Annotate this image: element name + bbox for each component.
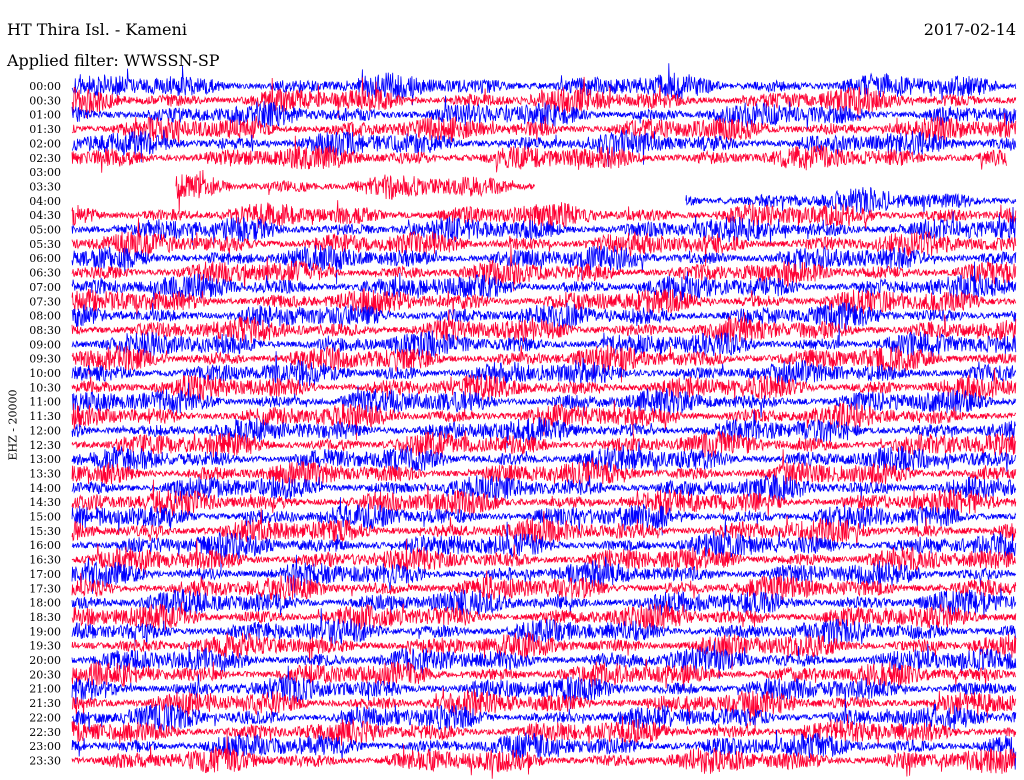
row-time-label: 14:30 [29,496,61,509]
row-time-label: 16:30 [29,554,61,567]
row-time-label: 11:30 [29,410,61,423]
row-time-label: 07:30 [29,295,61,308]
row-time-label: 18:00 [29,597,61,610]
row-time-label: 15:30 [29,525,61,538]
row-time-label: 21:30 [29,697,61,710]
row-time-label: 17:30 [29,582,61,595]
row-time-label: 23:00 [29,740,61,753]
row-time-label: 10:30 [29,381,61,394]
row-time-label: 16:00 [29,539,61,552]
row-time-label: 06:30 [29,267,61,280]
row-time-label: 05:00 [29,224,61,237]
trace-line [71,508,1017,547]
row-time-label: 22:30 [29,726,61,739]
row-label-group: 00:0000:30 01:0001:3002:00 02:3003:0003:30… [29,80,61,767]
row-time-label: 21:00 [29,683,61,696]
row-time-label: 04:00 [29,195,61,208]
row-time-label: 08:30 [29,324,61,337]
trace-line [71,734,1017,779]
row-time-label: 01:30 [29,123,61,136]
row-time-label: 08:00 [29,310,61,323]
row-time-label: 13:30 [29,467,61,480]
row-time-label: 10:00 [29,367,61,380]
row-time-label: 18:30 [29,611,61,624]
row-time-label: 15:00 [29,511,61,524]
row-time-label: 09:00 [29,338,61,351]
row-time-label: 19:30 [29,640,61,653]
row-time-label: 01:00 [29,109,61,122]
row-time-label: 12:00 [29,424,61,437]
helicorder-plot: 00:0000:30 01:0001:3002:00 02:3003:0003:30… [29,63,1017,779]
row-time-label: 00:30 [29,94,61,107]
row-time-label: 04:30 [29,209,61,222]
row-time-label: 03:30 [29,180,61,193]
row-time-label: 02:30 [29,152,61,165]
row-time-label: 20:30 [29,668,61,681]
row-time-label: 20:00 [29,654,61,667]
row-time-label: 12:30 [29,439,61,452]
row-time-label: 14:00 [29,482,61,495]
row-time-label: 05:30 [29,238,61,251]
row-time-label: 07:00 [29,281,61,294]
trace-group [71,63,1017,779]
row-time-label: 02:00 [29,137,61,150]
row-time-label: 13:00 [29,453,61,466]
trace-line [175,169,535,212]
row-time-label: 23:30 [29,754,61,767]
row-time-label: 03:00 [29,166,61,179]
row-time-label: 17:00 [29,568,61,581]
row-time-label: 19:00 [29,625,61,638]
row-time-label: 06:00 [29,252,61,265]
row-time-label: 09:30 [29,353,61,366]
row-time-label: 00:00 [29,80,61,93]
row-time-label: 22:00 [29,711,61,724]
row-time-label: 11:00 [29,396,61,409]
